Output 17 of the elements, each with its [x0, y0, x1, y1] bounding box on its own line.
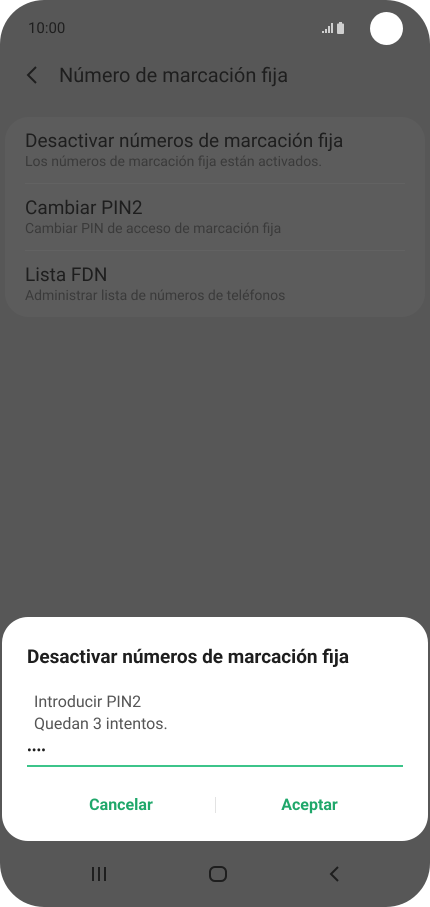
setting-title: Cambiar PIN2 [25, 196, 144, 220]
home-icon[interactable] [209, 866, 227, 882]
setting-title: Desactivar números de marcación fija [25, 129, 344, 153]
dialog-title: Desactivar números de marcación fija [27, 645, 350, 669]
dialog-button[interactable]: Cancelar [27, 789, 215, 821]
dialog-message: Quedan 3 intentos. [34, 713, 169, 735]
page-title: Número de marcación fija [59, 62, 288, 89]
recent-apps-icon[interactable] [91, 866, 107, 882]
back-icon[interactable] [26, 66, 38, 84]
dialog-button[interactable]: Aceptar [216, 789, 403, 821]
setting-title: Lista FDN [25, 263, 108, 287]
battery-icon [337, 22, 344, 34]
camera-cutout [370, 12, 403, 44]
dialog-message: Introducir PIN2 [34, 691, 142, 713]
signal-icon [322, 23, 334, 33]
back-icon[interactable] [329, 866, 339, 882]
status-time: 10:00 [28, 18, 66, 39]
